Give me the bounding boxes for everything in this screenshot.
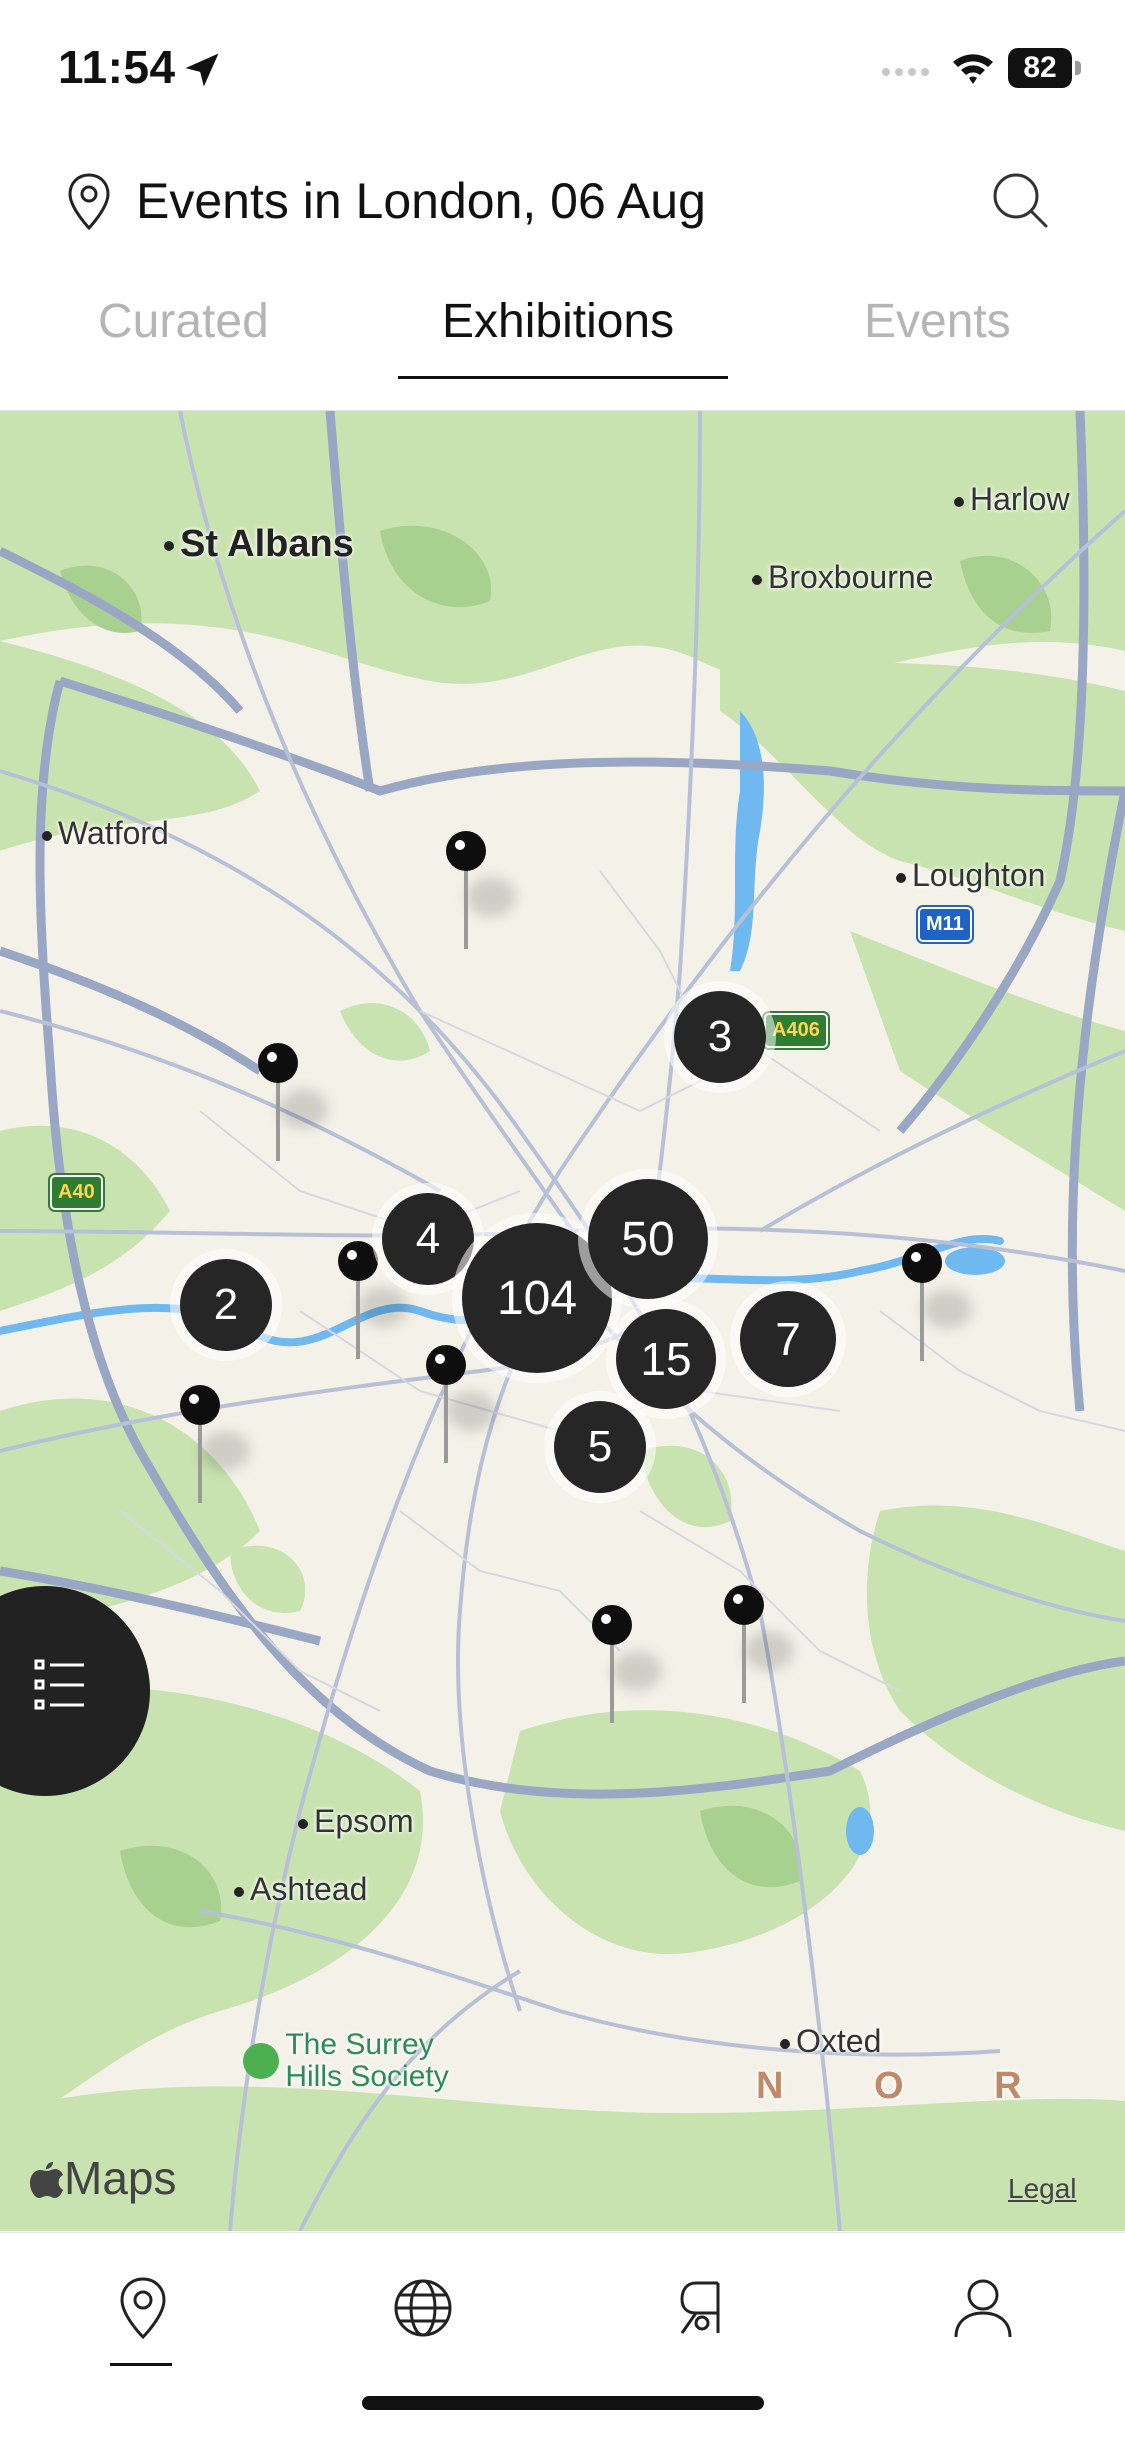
place-label-oxted: Oxted <box>780 2023 881 2060</box>
active-tab-indicator <box>398 376 728 379</box>
pin-stick <box>276 1081 280 1161</box>
place-label-harlow: Harlow <box>954 481 1070 518</box>
pin-shadow <box>744 1631 794 1671</box>
wifi-icon <box>953 54 993 84</box>
place-dot <box>164 540 174 551</box>
place-name: Epsom <box>314 1803 414 1839</box>
nav-active-indicator <box>110 2363 172 2366</box>
battery-level: 82 <box>1008 48 1072 88</box>
map-view[interactable]: St Albans Harlow Broxbourne Watford Loug… <box>0 410 1125 2231</box>
status-time: 11:54 <box>58 41 176 93</box>
place-dot <box>896 872 906 883</box>
pin-shadow <box>358 1287 408 1327</box>
event-pin[interactable] <box>180 1385 250 1505</box>
event-cluster-2[interactable]: 2 <box>180 1259 272 1351</box>
place-label-broxbourne: Broxbourne <box>752 559 933 596</box>
pin-head <box>338 1241 378 1281</box>
pin-stick <box>610 1643 614 1723</box>
pin-shadow <box>612 1651 662 1691</box>
r-logo-icon[interactable] <box>670 2275 736 2341</box>
pin-head <box>180 1385 220 1425</box>
location-pin-icon <box>68 173 110 231</box>
place-label-st-albans: St Albans <box>164 523 354 566</box>
pin-stick <box>742 1623 746 1703</box>
tab-curated[interactable]: Curated <box>98 294 269 349</box>
pin-head <box>902 1243 942 1283</box>
place-label-watford: Watford <box>42 815 169 852</box>
pin-shadow <box>922 1289 972 1329</box>
place-label-epsom: Epsom <box>298 1803 414 1840</box>
battery-indicator: 82 <box>1008 48 1082 88</box>
place-dot <box>780 2038 790 2049</box>
pin-stick <box>444 1383 448 1463</box>
status-bar: 11:54 82 <box>0 0 1125 140</box>
tab-events[interactable]: Events <box>864 294 1011 349</box>
event-pin[interactable] <box>338 1241 408 1361</box>
location-arrow-icon <box>185 53 219 87</box>
event-cluster-50[interactable]: 50 <box>588 1179 708 1299</box>
place-name: Loughton <box>912 857 1046 893</box>
globe-icon[interactable] <box>390 2275 456 2341</box>
pin-stick <box>356 1279 360 1359</box>
place-label-loughton: Loughton <box>896 857 1045 894</box>
event-cluster-5[interactable]: 5 <box>554 1401 646 1493</box>
tab-exhibitions[interactable]: Exhibitions <box>442 294 674 349</box>
place-name: Watford <box>58 815 169 851</box>
place-name: Broxbourne <box>768 559 934 595</box>
tree-icon <box>243 2043 280 2079</box>
place-dot <box>954 496 964 507</box>
cellular-signal-icon <box>882 68 929 76</box>
event-pin[interactable] <box>724 1585 794 1705</box>
pin-head <box>446 831 486 871</box>
pin-stick <box>198 1423 202 1503</box>
pin-shadow <box>200 1431 250 1471</box>
place-name: Harlow <box>970 481 1070 517</box>
pin-shadow <box>466 877 516 917</box>
road-label-a406: A406 <box>764 1013 828 1048</box>
maps-attribution: Maps <box>30 2151 176 2205</box>
place-label-surrey-hills: The Surrey Hills Society <box>210 1997 449 2125</box>
header: Events in London, 06 Aug <box>0 140 1125 270</box>
event-cluster-4[interactable]: 4 <box>382 1193 474 1285</box>
event-pin[interactable] <box>902 1243 972 1363</box>
road-label-a40: A40 <box>50 1175 103 1210</box>
place-dot <box>42 830 52 841</box>
place-name: The Surrey Hills Society <box>285 2028 449 2093</box>
map-pin-icon[interactable] <box>110 2275 176 2341</box>
event-cluster-7[interactable]: 7 <box>740 1291 836 1387</box>
list-icon <box>34 1659 84 1710</box>
road-label-m11: M11 <box>918 907 972 942</box>
pin-head <box>426 1345 466 1385</box>
apple-logo-icon <box>30 2162 63 2198</box>
page-title[interactable]: Events in London, 06 Aug <box>136 172 706 230</box>
category-tabs: Curated Exhibitions Events <box>0 278 1125 408</box>
place-name: Ashtead <box>250 1871 368 1907</box>
pin-head <box>724 1585 764 1625</box>
pin-stick <box>464 869 468 949</box>
legal-link[interactable]: Legal <box>1008 2173 1077 2205</box>
pin-stick <box>920 1281 924 1361</box>
place-name: Oxted <box>796 2023 882 2059</box>
place-label-ashtead: Ashtead <box>234 1871 367 1908</box>
battery-cap <box>1075 61 1081 75</box>
event-cluster-15[interactable]: 15 <box>616 1309 716 1409</box>
place-dot <box>298 1818 308 1829</box>
pin-shadow <box>446 1391 496 1431</box>
pin-shadow <box>278 1089 328 1129</box>
search-icon[interactable] <box>990 170 1052 232</box>
event-pin[interactable] <box>446 831 516 951</box>
event-pin[interactable] <box>592 1605 662 1725</box>
maps-attribution-text: Maps <box>64 2152 177 2204</box>
place-dot <box>234 1886 244 1897</box>
region-label-north: N O R <box>756 2065 1062 2107</box>
pin-head <box>592 1605 632 1645</box>
place-dot <box>752 574 762 585</box>
event-pin[interactable] <box>258 1043 328 1163</box>
profile-icon[interactable] <box>950 2275 1016 2341</box>
home-indicator <box>362 2396 764 2410</box>
event-pin[interactable] <box>426 1345 496 1465</box>
place-name: St Albans <box>180 523 354 565</box>
pin-head <box>258 1043 298 1083</box>
event-cluster-3[interactable]: 3 <box>674 991 766 1083</box>
